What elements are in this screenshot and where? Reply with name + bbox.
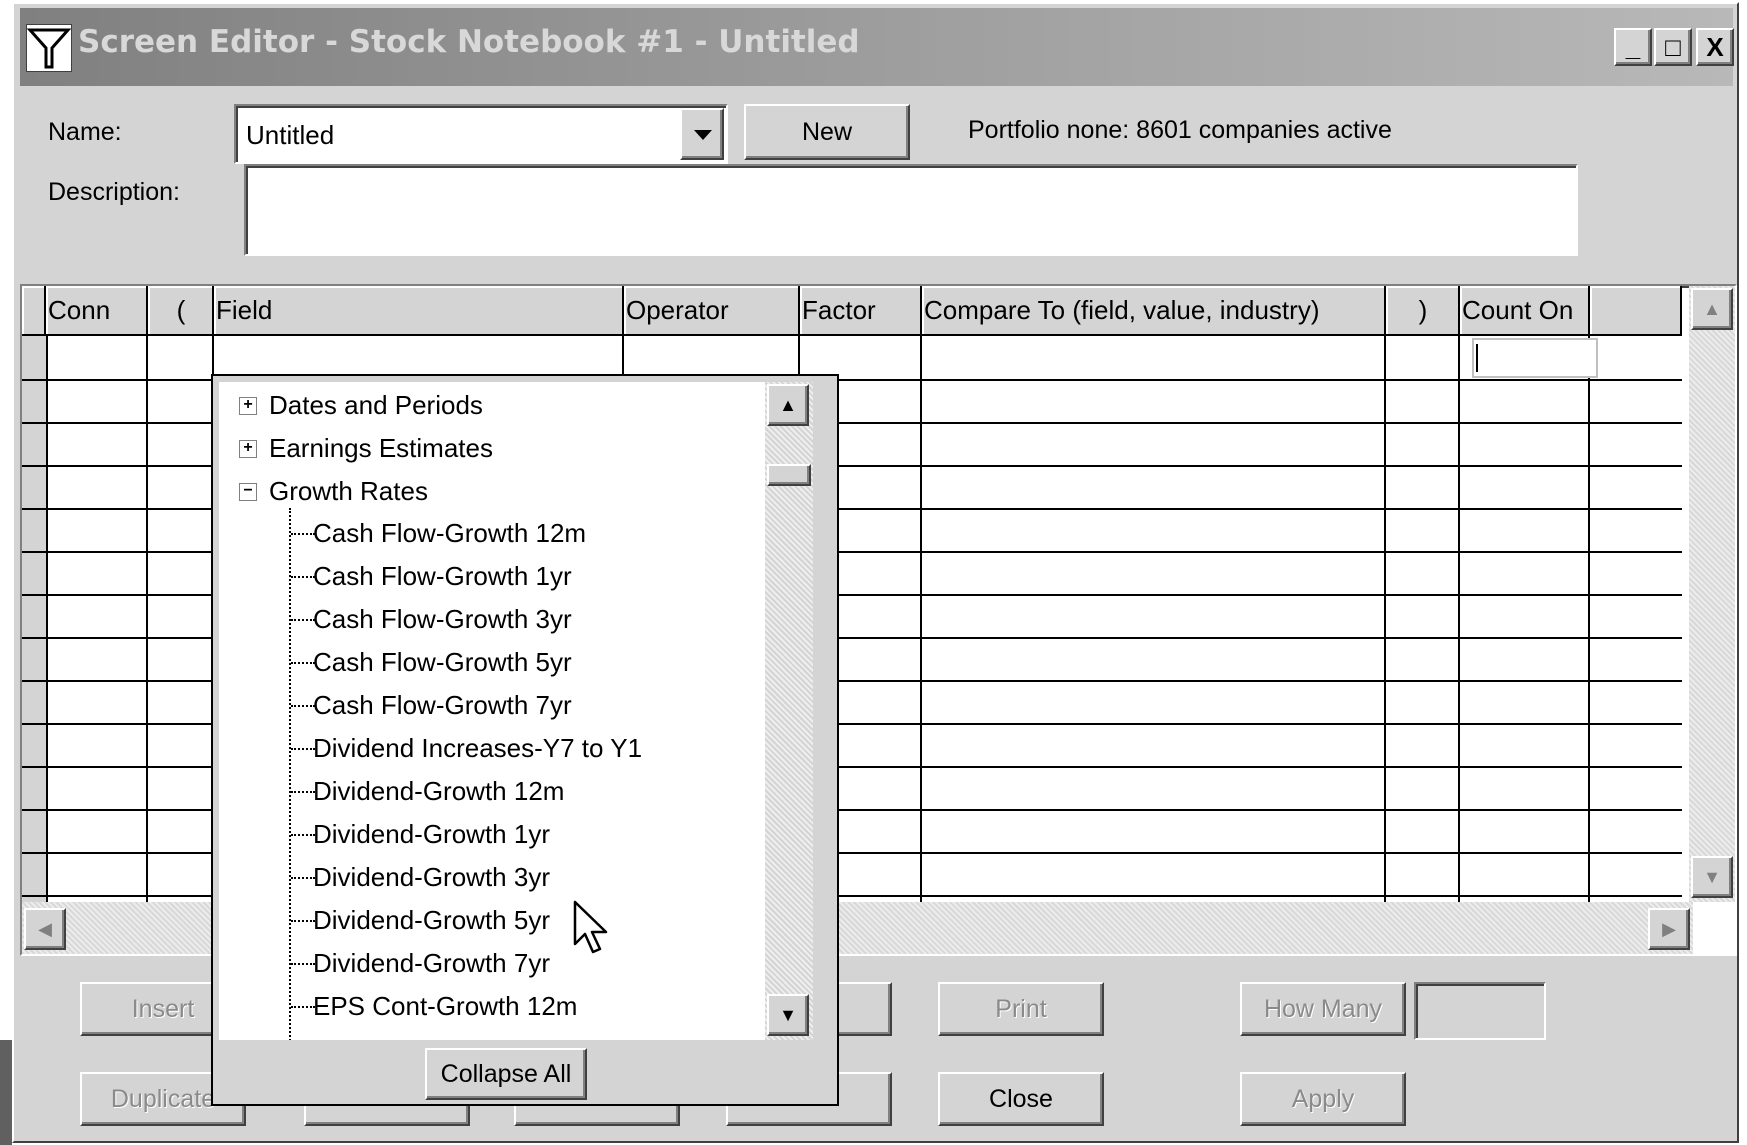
tree-connector: [291, 791, 315, 793]
chevron-down-icon[interactable]: [680, 108, 724, 160]
column-count-on[interactable]: Count On: [1460, 286, 1590, 334]
grid-vertical-scrollbar[interactable]: ▲ ▼: [1689, 286, 1735, 902]
name-value: Untitled: [246, 120, 335, 150]
tree-connector: [291, 533, 315, 535]
tree-item[interactable]: EPS Cont-Growth 12m: [313, 991, 577, 1022]
tree-item[interactable]: Dividend-Growth 7yr: [313, 948, 550, 979]
grid-line: [1384, 336, 1386, 902]
tree-item[interactable]: Dividend-Growth 1yr: [313, 819, 550, 850]
field-picker-dropdown: + Dates and Periods + Earnings Estimates…: [211, 374, 839, 1106]
header-corner: [22, 286, 46, 334]
grid-line: [46, 336, 48, 902]
scroll-down-icon[interactable]: ▼: [1691, 856, 1733, 898]
column-close-paren[interactable]: ): [1386, 286, 1460, 334]
collapse-icon[interactable]: −: [239, 483, 257, 501]
scroll-thumb[interactable]: [767, 464, 811, 486]
tree-item[interactable]: Cash Flow-Growth 12m: [313, 518, 586, 549]
how-many-result-field: [1414, 982, 1546, 1040]
tree-connector: [291, 662, 315, 664]
tree-connector: [291, 920, 315, 922]
tree-item[interactable]: Cash Flow-Growth 3yr: [313, 604, 572, 635]
mouse-pointer-icon: [573, 900, 608, 954]
tree-item[interactable]: Dividend-Growth 12m: [313, 776, 564, 807]
column-open-paren[interactable]: (: [148, 286, 214, 334]
apply-button[interactable]: Apply: [1240, 1072, 1406, 1126]
tree-connector: [291, 705, 315, 707]
column-factor[interactable]: Factor: [800, 286, 922, 334]
expand-icon[interactable]: +: [239, 397, 257, 415]
close-window-button[interactable]: X: [1696, 28, 1734, 66]
field-tree[interactable]: + Dates and Periods + Earnings Estimates…: [219, 382, 765, 1040]
tree-connector: [291, 748, 315, 750]
print-button[interactable]: Print: [938, 982, 1104, 1036]
minimize-icon: _: [1625, 31, 1641, 62]
column-blank: [1590, 286, 1682, 334]
column-field[interactable]: Field: [214, 286, 624, 334]
tree-item[interactable]: Cash Flow-Growth 1yr: [313, 561, 572, 592]
portfolio-status: Portfolio none: 8601 companies active: [968, 116, 1392, 144]
count-on-cell-editor[interactable]: [1472, 338, 1598, 378]
tree-connector: [291, 834, 315, 836]
maximize-button[interactable]: □: [1654, 28, 1692, 66]
column-conn[interactable]: Conn: [46, 286, 148, 334]
grid-line: [146, 336, 148, 902]
tree-item[interactable]: Dividend Increases-Y7 to Y1: [313, 733, 642, 764]
tree-item[interactable]: Dividend-Growth 3yr: [313, 862, 550, 893]
column-compare-to[interactable]: Compare To (field, value, industry): [922, 286, 1386, 334]
tree-connector: [291, 1006, 315, 1008]
maximize-icon: □: [1665, 31, 1681, 62]
description-label: Description:: [48, 178, 180, 206]
tree-group-growth-rates[interactable]: Growth Rates: [269, 476, 428, 507]
tree-group-earnings-estimates[interactable]: Earnings Estimates: [269, 433, 493, 464]
background-edge: [0, 1040, 12, 1145]
close-button[interactable]: Close: [938, 1072, 1104, 1126]
scroll-down-icon[interactable]: ▼: [767, 994, 809, 1036]
scroll-up-icon[interactable]: ▲: [767, 384, 809, 426]
grid-header: Conn ( Field Operator Factor Compare To …: [22, 286, 1682, 336]
tree-item[interactable]: Cash Flow-Growth 7yr: [313, 690, 572, 721]
scroll-left-icon[interactable]: ◀: [24, 908, 66, 950]
description-field[interactable]: [244, 164, 1578, 256]
scroll-up-icon[interactable]: ▲: [1691, 288, 1733, 330]
tree-connector: [291, 576, 315, 578]
expand-icon[interactable]: +: [239, 440, 257, 458]
window-title: Screen Editor - Stock Notebook #1 - Unti…: [78, 24, 860, 60]
tree-connector: [291, 619, 315, 621]
tree-group-dates-and-periods[interactable]: Dates and Periods: [269, 390, 483, 421]
tree-guide-line: [289, 508, 291, 1040]
grid-line: [1588, 336, 1590, 902]
tree-item[interactable]: Cash Flow-Growth 5yr: [313, 647, 572, 678]
filter-icon[interactable]: [26, 24, 72, 72]
collapse-all-button[interactable]: Collapse All: [425, 1048, 587, 1100]
tree-connector: [291, 877, 315, 879]
tree-connector: [291, 963, 315, 965]
tree-item[interactable]: Dividend-Growth 5yr: [313, 905, 550, 936]
tree-scrollbar[interactable]: ▲ ▼: [765, 382, 813, 1040]
title-bar[interactable]: Screen Editor - Stock Notebook #1 - Unti…: [20, 8, 1734, 86]
how-many-button[interactable]: How Many: [1240, 982, 1406, 1036]
scroll-right-icon[interactable]: ▶: [1648, 908, 1690, 950]
minimize-button[interactable]: _: [1614, 28, 1652, 66]
new-button[interactable]: New: [744, 104, 910, 160]
name-label: Name:: [48, 118, 122, 146]
column-operator[interactable]: Operator: [624, 286, 800, 334]
close-icon: X: [1706, 31, 1724, 62]
name-combobox[interactable]: Untitled: [234, 104, 728, 164]
grid-line: [920, 336, 922, 902]
grid-line: [1458, 336, 1460, 902]
